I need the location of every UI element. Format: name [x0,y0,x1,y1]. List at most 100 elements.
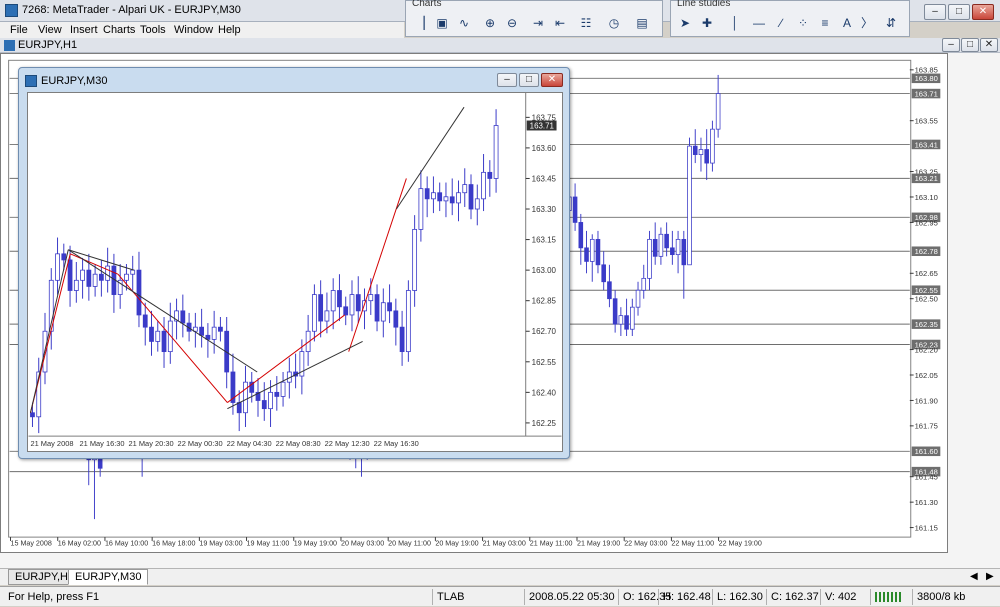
indicators-icon[interactable]: ☷ [578,15,594,31]
crosshair-icon[interactable]: ✚ [699,15,715,31]
autoscroll-icon[interactable]: ⇥ [530,15,546,31]
candle-body [487,171,493,179]
arrows-icon[interactable]: ⇵ [883,15,899,31]
price-label: 162.65 [915,269,938,278]
candle-body [698,149,704,155]
zoom-out-icon[interactable]: ⊖ [504,15,520,31]
candle-body [218,326,223,332]
label-icon[interactable]: 〉 [859,15,875,31]
bg-chart-close-button[interactable]: ✕ [980,38,998,52]
line-chart-icon[interactable]: ∿ [456,15,472,31]
status-open: O: 162.35 [618,589,671,605]
price-label: 163.60 [532,144,557,153]
vertical-line-icon[interactable]: │ [727,15,743,31]
time-label: 22 May 12:30 [325,439,370,448]
candle-body [704,149,709,164]
candle-body [243,381,248,414]
bar-chart-icon[interactable]: ▕ [412,15,428,31]
periods-icon[interactable]: ◷ [606,15,622,31]
menu-charts[interactable]: Charts [103,24,135,36]
maximize-button[interactable]: □ [948,4,970,20]
inner-close-button[interactable]: ✕ [541,73,563,87]
candle-body [318,294,324,322]
menu-tools[interactable]: Tools [140,24,166,36]
candle-body [349,294,355,316]
price-label: 161.75 [915,422,938,431]
candle-body [612,298,618,325]
time-label: 21 May 11:00 [530,540,573,548]
cursor-icon[interactable]: ➤ [677,15,693,31]
price-label: 162.25 [532,419,557,428]
inner-chart-m30[interactable]: 163.75163.71163.60163.45163.30163.15163.… [27,92,563,452]
candle-body [664,233,669,249]
time-label: 22 May 08:30 [276,439,321,448]
status-traffic: 3800/8 kb [912,589,996,605]
tabs-scroll-left-icon[interactable]: ◀ [970,571,978,582]
templates-icon[interactable]: ▤ [634,15,650,31]
tabs-scroll-right-icon[interactable]: ▶ [986,571,994,582]
text-icon[interactable]: A [839,15,855,31]
candle-body [710,128,715,164]
status-volume: V: 402 [820,589,866,605]
time-label: 22 May 16:30 [374,439,419,448]
candle-body [261,400,267,410]
candle-body [149,326,154,342]
candle-body [161,330,167,353]
fibonacci-icon[interactable]: ≡ [817,15,833,31]
menu-window[interactable]: Window [174,24,213,36]
candle-body [73,279,79,291]
candle-body [312,294,317,332]
horizontal-line-icon[interactable]: — [751,15,767,31]
price-label: 162.20 [915,345,938,354]
minimize-button[interactable]: – [924,4,946,20]
time-label: 20 May 19:00 [435,540,478,548]
candle-body [86,269,92,287]
bg-chart-minimize-button[interactable]: – [942,38,960,52]
chart-shift-icon[interactable]: ⇤ [552,15,568,31]
candle-body [399,326,405,353]
tab-eurjpy-m30[interactable]: EURJPY,M30 [68,569,149,585]
candle-body [280,381,286,397]
menu-file[interactable]: File [10,24,28,36]
price-label: 162.05 [915,371,938,380]
inner-maximize-button[interactable]: □ [519,73,539,87]
trendline-icon[interactable]: ∕ [773,15,789,31]
candle-body [61,253,67,261]
candles-icon[interactable]: ▣ [434,15,450,31]
bg-time-axis: 15 May 2008 16 May 02:00 16 May 10:00 16 Ma… [10,537,762,548]
price-label: 162.50 [915,295,938,304]
price-label: 163.45 [532,174,557,183]
candle-body [652,238,658,257]
candle-body [130,269,136,275]
candle-body [493,125,499,179]
close-button[interactable]: ✕ [972,4,994,20]
time-label: 20 May 03:00 [341,540,384,548]
candle-body [462,184,468,194]
menu-insert[interactable]: Insert [70,24,98,36]
chart-window-icon [4,40,15,51]
chart-window-m30[interactable]: EURJPY,M30 – □ ✕ 163.75 163.71 163.60 163.4… [18,67,570,459]
candle-body [624,315,629,330]
menu-help[interactable]: Help [218,24,241,36]
candle-body [572,196,578,223]
candle-body [393,310,399,328]
status-help: For Help, press F1 [8,591,100,603]
price-label: 163.80 [915,74,938,83]
price-label: 163.30 [532,205,557,214]
zoom-in-icon[interactable]: ⊕ [482,15,498,31]
candle-body [431,192,436,200]
time-label: 21 May 03:00 [483,540,526,548]
price-label: 163.15 [532,236,557,245]
candle-body [92,273,98,287]
inner-minimize-button[interactable]: – [497,73,517,87]
menu-view[interactable]: View [38,24,62,36]
candle-body [584,247,589,262]
candle-body [456,192,461,204]
price-label: 162.85 [532,297,557,306]
price-label: 162.40 [532,388,557,397]
candle-body [589,238,595,262]
bg-chart-restore-button[interactable]: □ [961,38,979,52]
candle-body [635,289,641,308]
candle-body [692,145,698,155]
channel-icon[interactable]: ⁘ [795,15,811,31]
